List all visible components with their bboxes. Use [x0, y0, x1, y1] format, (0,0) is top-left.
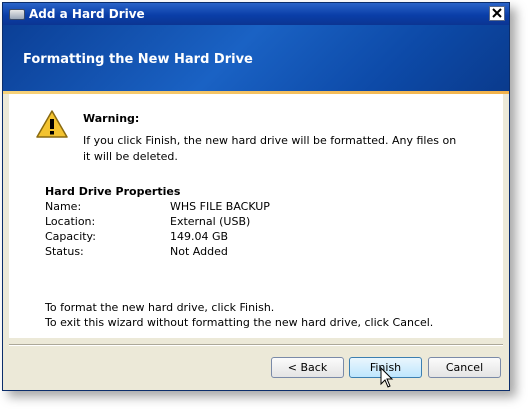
property-label: Location: — [45, 215, 96, 228]
property-value: 149.04 GB — [170, 230, 229, 243]
property-label: Capacity: — [45, 230, 96, 243]
property-label: Status: — [45, 245, 84, 258]
instruction-finish: To format the new hard drive, click Fini… — [45, 301, 275, 314]
cancel-button[interactable]: Cancel — [428, 357, 501, 378]
warning-title: Warning: — [83, 112, 140, 125]
close-button[interactable] — [489, 6, 505, 21]
back-button[interactable]: < Back — [271, 357, 344, 378]
property-value: External (USB) — [170, 215, 251, 228]
warning-icon — [36, 110, 68, 138]
property-label: Name: — [45, 200, 82, 213]
properties-title: Hard Drive Properties — [45, 185, 181, 198]
content-panel: Warning: If you click Finish, the new ha… — [9, 94, 503, 338]
property-value: Not Added — [170, 245, 228, 258]
screenshot-stage: Add a Hard Drive Formatting the New Hard… — [0, 0, 528, 413]
close-icon — [492, 8, 502, 18]
wizard-banner: Formatting the New Hard Drive — [3, 25, 509, 94]
banner-title: Formatting the New Hard Drive — [23, 52, 253, 67]
instruction-cancel: To exit this wizard without formatting t… — [45, 316, 434, 329]
warning-text: If you click Finish, the new hard drive … — [83, 134, 457, 163]
window-title: Add a Hard Drive — [29, 7, 145, 21]
hard-drive-icon — [9, 8, 25, 20]
instructions: To format the new hard drive, click Fini… — [45, 300, 433, 330]
footer-separator — [9, 344, 503, 346]
button-bar: < Back Finish Cancel — [3, 338, 509, 390]
wizard-window: Add a Hard Drive Formatting the New Hard… — [2, 2, 510, 391]
mouse-cursor-icon — [380, 367, 394, 388]
property-value: WHS FILE BACKUP — [170, 200, 270, 213]
title-bar[interactable]: Add a Hard Drive — [3, 3, 509, 25]
